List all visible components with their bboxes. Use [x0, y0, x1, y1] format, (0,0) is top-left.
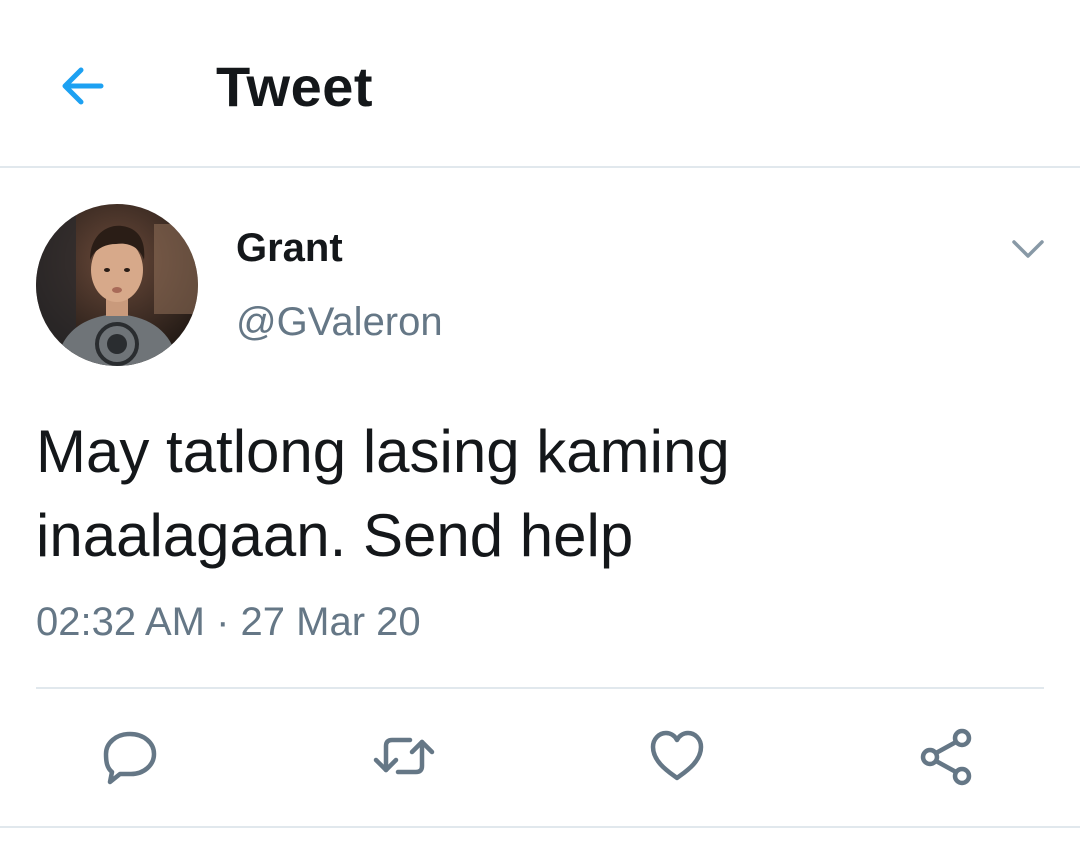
display-name[interactable]: Grant [236, 222, 343, 274]
like-icon [650, 730, 704, 781]
user-handle[interactable]: @GValeron [236, 296, 443, 348]
divider [36, 687, 1044, 689]
tweet-options-button[interactable] [1008, 228, 1048, 268]
arrow-left-icon [62, 67, 104, 105]
share-button[interactable] [914, 724, 978, 788]
tweet-text-line: inaalagaan. Send help [36, 502, 634, 569]
retweet-button[interactable] [372, 724, 436, 788]
profile-photo [36, 204, 198, 366]
top-bar: Tweet [0, 0, 1080, 168]
like-button[interactable] [645, 724, 709, 788]
tweet-timestamp[interactable]: 02:32 AM · 27 Mar 20 [36, 596, 421, 648]
reply-icon [103, 731, 157, 785]
back-button[interactable] [55, 58, 111, 114]
action-bar [0, 724, 1080, 788]
reply-button[interactable] [98, 724, 162, 788]
page-title: Tweet [216, 55, 374, 118]
retweet-icon [373, 737, 435, 775]
chevron-down-icon [1012, 240, 1044, 258]
share-icon [920, 728, 972, 786]
divider [0, 826, 1080, 828]
avatar[interactable] [36, 204, 198, 366]
tweet-text: May tatlong lasing kaming inaalagaan. Se… [36, 410, 1046, 578]
tweet-text-line: May tatlong lasing kaming [36, 418, 730, 485]
